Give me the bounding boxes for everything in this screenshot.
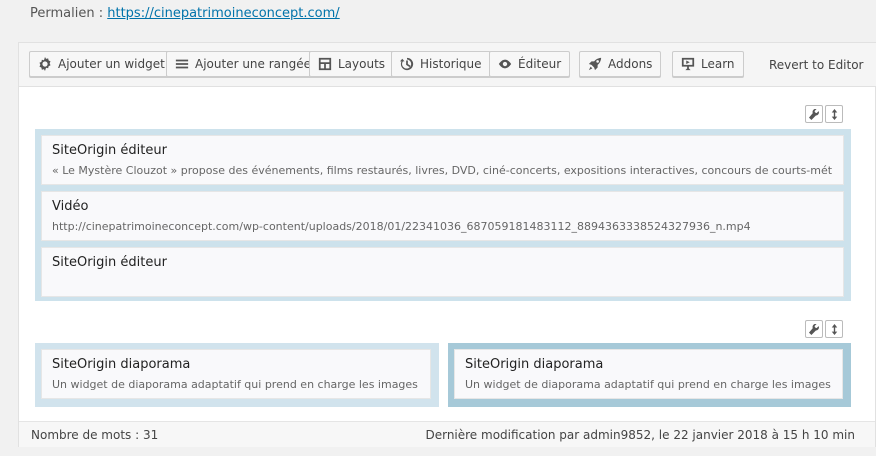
permalink-line: Permalien : https://cinepatrimoineconcep…: [30, 6, 340, 21]
history-icon: [400, 57, 414, 71]
widget-description: http://cinepatrimoineconcept.com/wp-cont…: [52, 220, 751, 233]
widget-description: Un widget de diaporama adaptatif qui pre…: [465, 378, 832, 391]
revert-to-editor-link[interactable]: Revert to Editor: [769, 58, 864, 72]
menu-lines-icon: [175, 59, 189, 69]
add-row-button[interactable]: Ajouter une rangée: [166, 51, 321, 77]
wrench-icon: [808, 108, 819, 120]
widget-description: « Le Mystère Clouzot » propose des événe…: [52, 164, 833, 177]
wrench-icon: [808, 323, 819, 335]
move-vertical-icon: [831, 323, 837, 335]
history-button[interactable]: Historique: [391, 51, 491, 77]
widget-title: SiteOrigin diaporama: [465, 357, 604, 372]
row-2-tools: [805, 320, 843, 338]
row-2-cell-1[interactable]: SiteOrigin diaporama Un widget de diapor…: [35, 343, 439, 407]
editor-button[interactable]: Éditeur: [489, 51, 571, 77]
widget-description: Un widget de diaporama adaptatif qui pre…: [52, 378, 420, 391]
layouts-button[interactable]: Layouts: [309, 51, 395, 77]
move-vertical-icon: [831, 108, 837, 120]
widget-siteorigin-editor-2[interactable]: SiteOrigin éditeur: [41, 247, 844, 297]
row-2-settings-button[interactable]: [805, 320, 823, 338]
gear-icon: [39, 57, 51, 71]
last-modified: Dernière modification par admin9852, le …: [425, 428, 855, 442]
add-widget-button[interactable]: Ajouter un widget: [29, 51, 174, 77]
learn-label: Learn: [701, 57, 735, 71]
learn-button[interactable]: Learn: [672, 51, 744, 77]
row-2-move-handle[interactable]: [825, 320, 843, 338]
word-count: Nombre de mots : 31: [31, 428, 159, 442]
permalink-label: Permalien :: [30, 6, 104, 21]
widget-siteorigin-slider-2[interactable]: SiteOrigin diaporama Un widget de diapor…: [454, 349, 843, 399]
addons-button[interactable]: Addons: [579, 51, 662, 77]
layouts-label: Layouts: [338, 57, 386, 71]
presentation-icon: [681, 57, 695, 71]
row-1: SiteOrigin éditeur « Le Mystère Clouzot …: [35, 129, 851, 301]
row-2: SiteOrigin diaporama Un widget de diapor…: [35, 343, 851, 407]
page-builder: Ajouter un widget Ajouter une rangée Lay…: [18, 42, 876, 447]
add-row-label: Ajouter une rangée: [195, 57, 312, 71]
editor-label: Éditeur: [518, 57, 562, 71]
widget-title: SiteOrigin éditeur: [52, 255, 167, 270]
status-footer: Nombre de mots : 31 Dernière modificatio…: [19, 421, 875, 447]
addons-label: Addons: [608, 57, 653, 71]
layout-icon: [318, 57, 332, 71]
permalink-url-link[interactable]: https://cinepatrimoineconcept.com/: [107, 6, 339, 21]
eye-icon: [498, 59, 512, 69]
row-2-cell-2[interactable]: SiteOrigin diaporama Un widget de diapor…: [448, 343, 851, 407]
widget-title: SiteOrigin éditeur: [52, 143, 167, 158]
widget-siteorigin-editor-1[interactable]: SiteOrigin éditeur « Le Mystère Clouzot …: [41, 135, 844, 185]
history-label: Historique: [420, 57, 482, 71]
builder-toolbar: Ajouter un widget Ajouter une rangée Lay…: [19, 43, 876, 87]
widget-video[interactable]: Vidéo http://cinepatrimoineconcept.com/w…: [41, 191, 844, 241]
widget-title: Vidéo: [52, 199, 89, 214]
row-1-settings-button[interactable]: [805, 105, 823, 123]
row-1-move-handle[interactable]: [825, 105, 843, 123]
widget-siteorigin-slider-1[interactable]: SiteOrigin diaporama Un widget de diapor…: [41, 349, 431, 399]
add-widget-label: Ajouter un widget: [58, 57, 165, 71]
rocket-icon: [588, 57, 602, 71]
row-1-tools: [805, 105, 843, 123]
widget-title: SiteOrigin diaporama: [52, 357, 191, 372]
